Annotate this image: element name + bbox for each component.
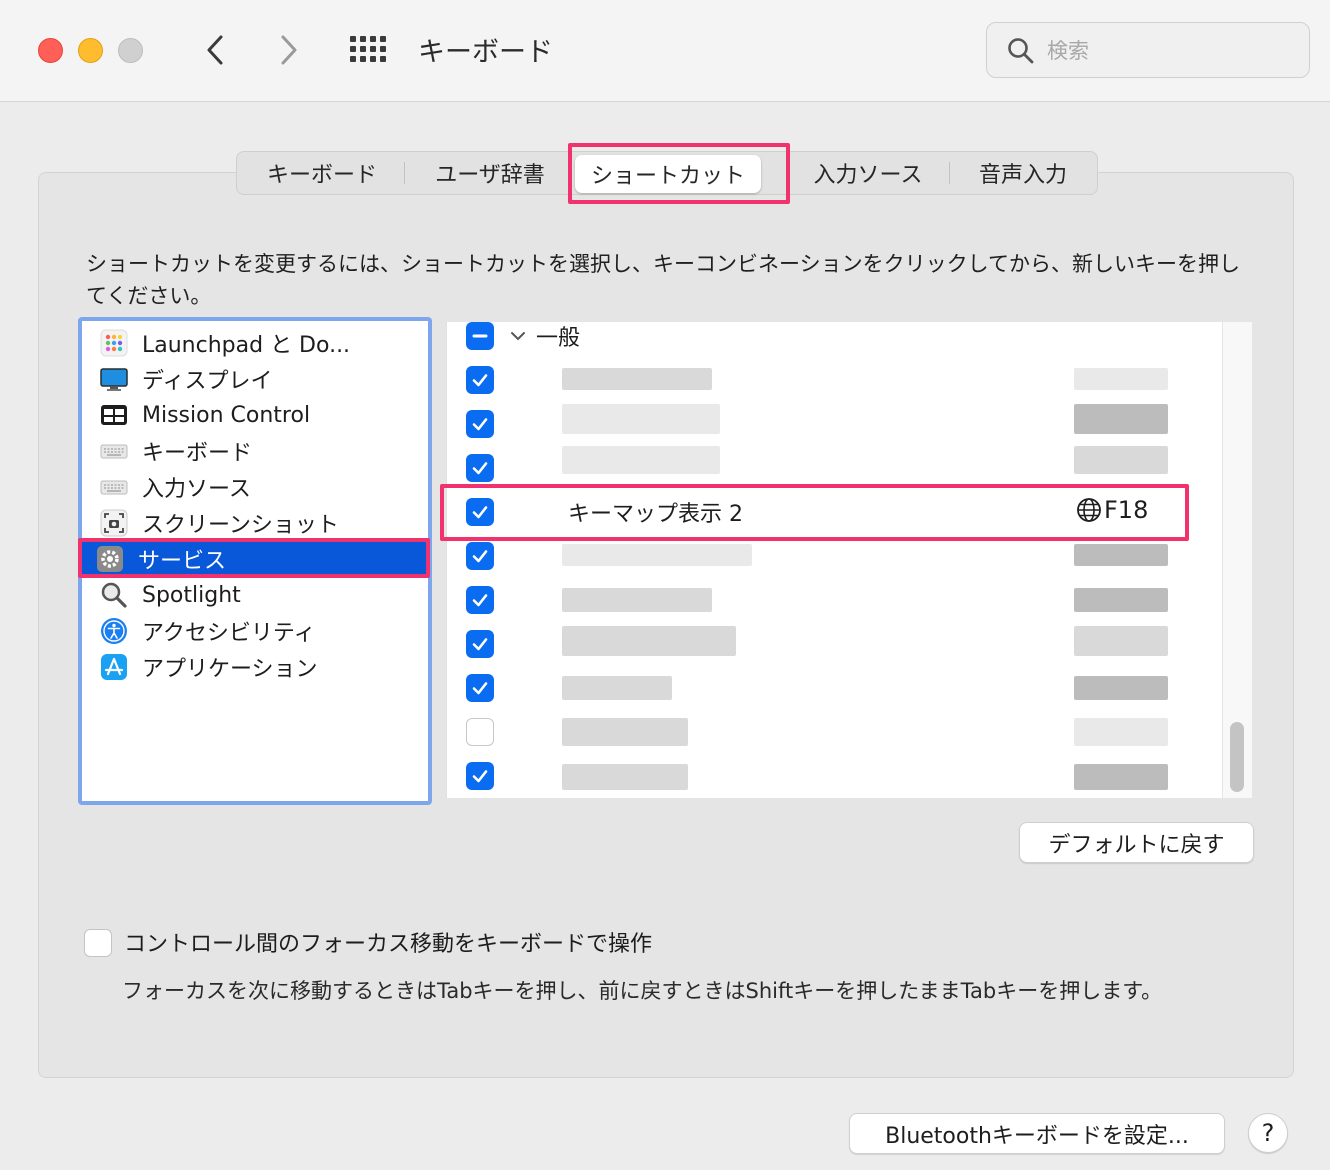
shortcut-checkbox[interactable]	[466, 586, 494, 614]
blurred-shortcut-name	[562, 626, 736, 656]
search-field[interactable]	[986, 22, 1310, 78]
checkmark-icon	[472, 462, 488, 475]
blurred-shortcut-name	[562, 764, 688, 790]
forward-button[interactable]	[274, 30, 304, 70]
tab-user-dictionary[interactable]: ユーザ辞書	[415, 152, 565, 194]
help-button[interactable]: ?	[1248, 1113, 1288, 1153]
category-keyboard[interactable]: キーボード	[86, 433, 424, 469]
blurred-shortcut-name	[562, 446, 720, 474]
category-label: スクリーンショット	[142, 513, 339, 538]
category-label: Spotlight	[142, 582, 241, 608]
category-label: Mission Control	[142, 402, 311, 428]
checkmark-icon	[472, 550, 488, 563]
blurred-shortcut-key	[1074, 764, 1168, 790]
tab-input-sources[interactable]: 入力ソース	[793, 152, 943, 194]
blurred-shortcut-name	[562, 718, 688, 746]
shortcut-checkbox-unchecked[interactable]	[466, 718, 494, 746]
blurred-shortcut-key	[1074, 446, 1168, 474]
blurred-shortcut-key	[1074, 626, 1168, 656]
blurred-shortcut-key	[1074, 368, 1168, 390]
blurred-shortcut-key	[1074, 544, 1168, 566]
highlight-box-keymap-row	[440, 484, 1189, 541]
minus-icon	[472, 334, 488, 338]
shortcut-checkbox[interactable]	[466, 410, 494, 438]
search-icon	[1008, 38, 1034, 64]
category-label: アプリケーション	[142, 657, 318, 682]
group-mixed-checkbox[interactable]	[466, 322, 494, 350]
blurred-shortcut-key	[1074, 718, 1168, 746]
shortcut-checkbox[interactable]	[466, 542, 494, 570]
shortcut-checkbox[interactable]	[466, 366, 494, 394]
checkmark-icon	[472, 594, 488, 607]
show-all-grid-icon[interactable]	[350, 36, 388, 64]
checkmark-icon	[472, 374, 488, 387]
instructions-text: ショートカットを変更するには、ショートカットを選択し、キーコンビネーションをクリ…	[86, 252, 1240, 308]
spotlight-icon	[101, 582, 127, 608]
shortcut-checkbox[interactable]	[466, 630, 494, 658]
blurred-shortcut-name	[562, 368, 712, 390]
mission-control-icon	[101, 405, 127, 425]
scrollbar-thumb[interactable]	[1230, 722, 1244, 792]
window-title: キーボード	[418, 37, 553, 68]
category-label: アクセシビリティ	[142, 621, 316, 646]
chevron-right-icon	[281, 35, 297, 65]
chevron-down-icon[interactable]	[510, 330, 526, 342]
blurred-shortcut-name	[562, 588, 712, 612]
zoom-button[interactable]	[118, 38, 143, 63]
category-screenshot[interactable]: スクリーンショット	[86, 505, 424, 541]
tab-keyboard[interactable]: キーボード	[251, 152, 393, 194]
highlight-box-tab	[568, 143, 790, 204]
blurred-shortcut-name	[562, 544, 752, 566]
title-bar: キーボード	[0, 0, 1330, 102]
restore-defaults-button[interactable]: デフォルトに戻す	[1019, 822, 1254, 863]
shortcut-checkbox[interactable]	[466, 762, 494, 790]
app-store-icon	[101, 654, 127, 680]
screenshot-icon	[100, 509, 128, 537]
minimize-button[interactable]	[78, 38, 103, 63]
shortcut-checkbox[interactable]	[466, 674, 494, 702]
checkmark-icon	[472, 682, 488, 695]
category-spotlight[interactable]: Spotlight	[86, 577, 424, 613]
tab-divider	[949, 162, 950, 184]
category-display[interactable]: ディスプレイ	[86, 361, 424, 397]
tab-dictation[interactable]: 音声入力	[959, 152, 1087, 194]
display-icon	[100, 368, 128, 391]
checkmark-icon	[472, 770, 488, 783]
keyboard-icon	[100, 444, 128, 459]
accessibility-icon	[101, 618, 127, 644]
tab-divider	[404, 162, 405, 184]
blurred-shortcut-key	[1074, 676, 1168, 700]
category-label: 入力ソース	[142, 477, 251, 502]
category-label: ディスプレイ	[142, 369, 273, 394]
back-button[interactable]	[200, 30, 230, 70]
close-button[interactable]	[38, 38, 63, 63]
category-accessibility[interactable]: アクセシビリティ	[86, 613, 424, 649]
blurred-shortcut-name	[562, 404, 720, 434]
input-source-icon	[100, 480, 128, 495]
keyboard-navigation-label[interactable]: コントロール間のフォーカス移動をキーボードで操作	[124, 926, 652, 958]
shortcut-checkbox[interactable]	[466, 454, 494, 482]
category-mission-control[interactable]: Mission Control	[86, 397, 424, 433]
highlight-box-services	[78, 538, 430, 578]
group-label: 一般	[536, 326, 581, 351]
checkmark-icon	[472, 418, 488, 431]
bluetooth-keyboard-setup-button[interactable]: Bluetoothキーボードを設定...	[849, 1113, 1225, 1154]
search-input[interactable]	[1047, 35, 1287, 67]
category-label: Launchpad と Do...	[142, 333, 351, 358]
launchpad-icon	[100, 329, 128, 357]
category-label: キーボード	[142, 441, 253, 466]
category-launchpad[interactable]: Launchpad と Do...	[86, 325, 424, 361]
category-input-sources[interactable]: 入力ソース	[86, 469, 424, 505]
blurred-shortcut-name	[562, 676, 672, 700]
keyboard-navigation-checkbox[interactable]	[84, 929, 112, 957]
category-applications[interactable]: アプリケーション	[86, 649, 424, 685]
checkmark-icon	[472, 638, 488, 651]
blurred-shortcut-key	[1074, 404, 1168, 434]
chevron-left-icon	[207, 35, 223, 65]
keyboard-navigation-description: フォーカスを次に移動するときはTabキーを押し、前に戻すときはShiftキーを押…	[122, 979, 1163, 1003]
blurred-shortcut-key	[1074, 588, 1168, 612]
